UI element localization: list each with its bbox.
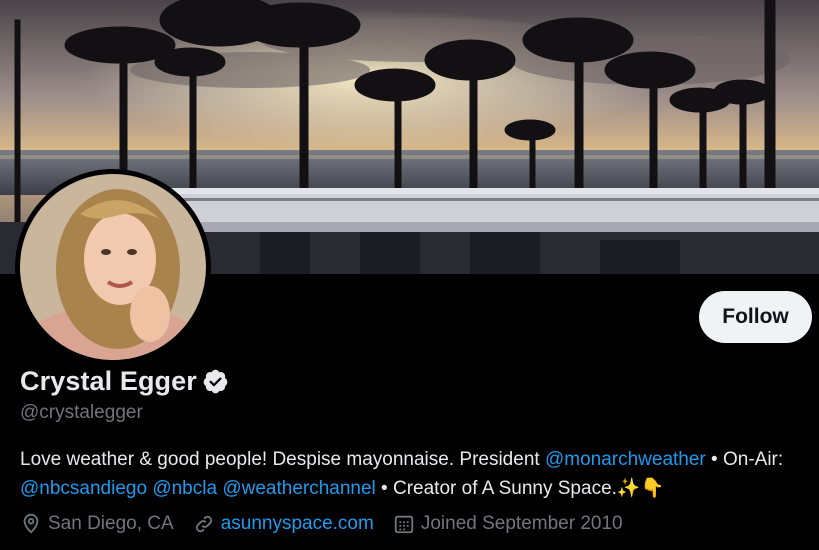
- bio-text: • On-Air:: [705, 449, 784, 470]
- profile-name-row: Crystal Egger: [20, 366, 229, 397]
- profile-meta-row: San Diego, CA asunnyspace.com Joined Sep…: [20, 513, 642, 535]
- avatar-image[interactable]: [20, 174, 206, 360]
- pointing-down-emoji: 👇: [640, 477, 665, 499]
- website-link[interactable]: asunnyspace.com: [221, 513, 374, 535]
- verified-badge-icon[interactable]: [202, 368, 229, 395]
- link-icon: [195, 515, 212, 533]
- mention-link[interactable]: @nbcla: [152, 478, 217, 499]
- mention-link[interactable]: @nbcsandiego: [20, 478, 147, 499]
- mention-link[interactable]: @weatherchannel: [222, 478, 375, 499]
- mention-link[interactable]: @monarchweather: [545, 449, 706, 470]
- bio-text: • Creator of A Sunny Space.: [375, 478, 617, 499]
- location-item: San Diego, CA: [20, 513, 174, 535]
- avatar[interactable]: [15, 169, 211, 365]
- display-name: Crystal Egger: [20, 366, 197, 396]
- calendar-icon: [394, 515, 414, 534]
- profile-handle: @crystalegger: [20, 402, 143, 423]
- joined-text: Joined September 2010: [420, 513, 623, 534]
- profile-bio: Love weather & good people! Despise mayo…: [20, 445, 810, 503]
- sparkles-emoji: ✨: [616, 477, 641, 499]
- location-text: San Diego, CA: [48, 513, 174, 534]
- joined-item: Joined September 2010: [393, 513, 623, 535]
- location-pin-icon: [23, 513, 39, 534]
- website-item: asunnyspace.com: [193, 513, 374, 535]
- follow-button[interactable]: Follow: [699, 291, 812, 343]
- bio-text: Love weather & good people! Despise mayo…: [20, 449, 545, 470]
